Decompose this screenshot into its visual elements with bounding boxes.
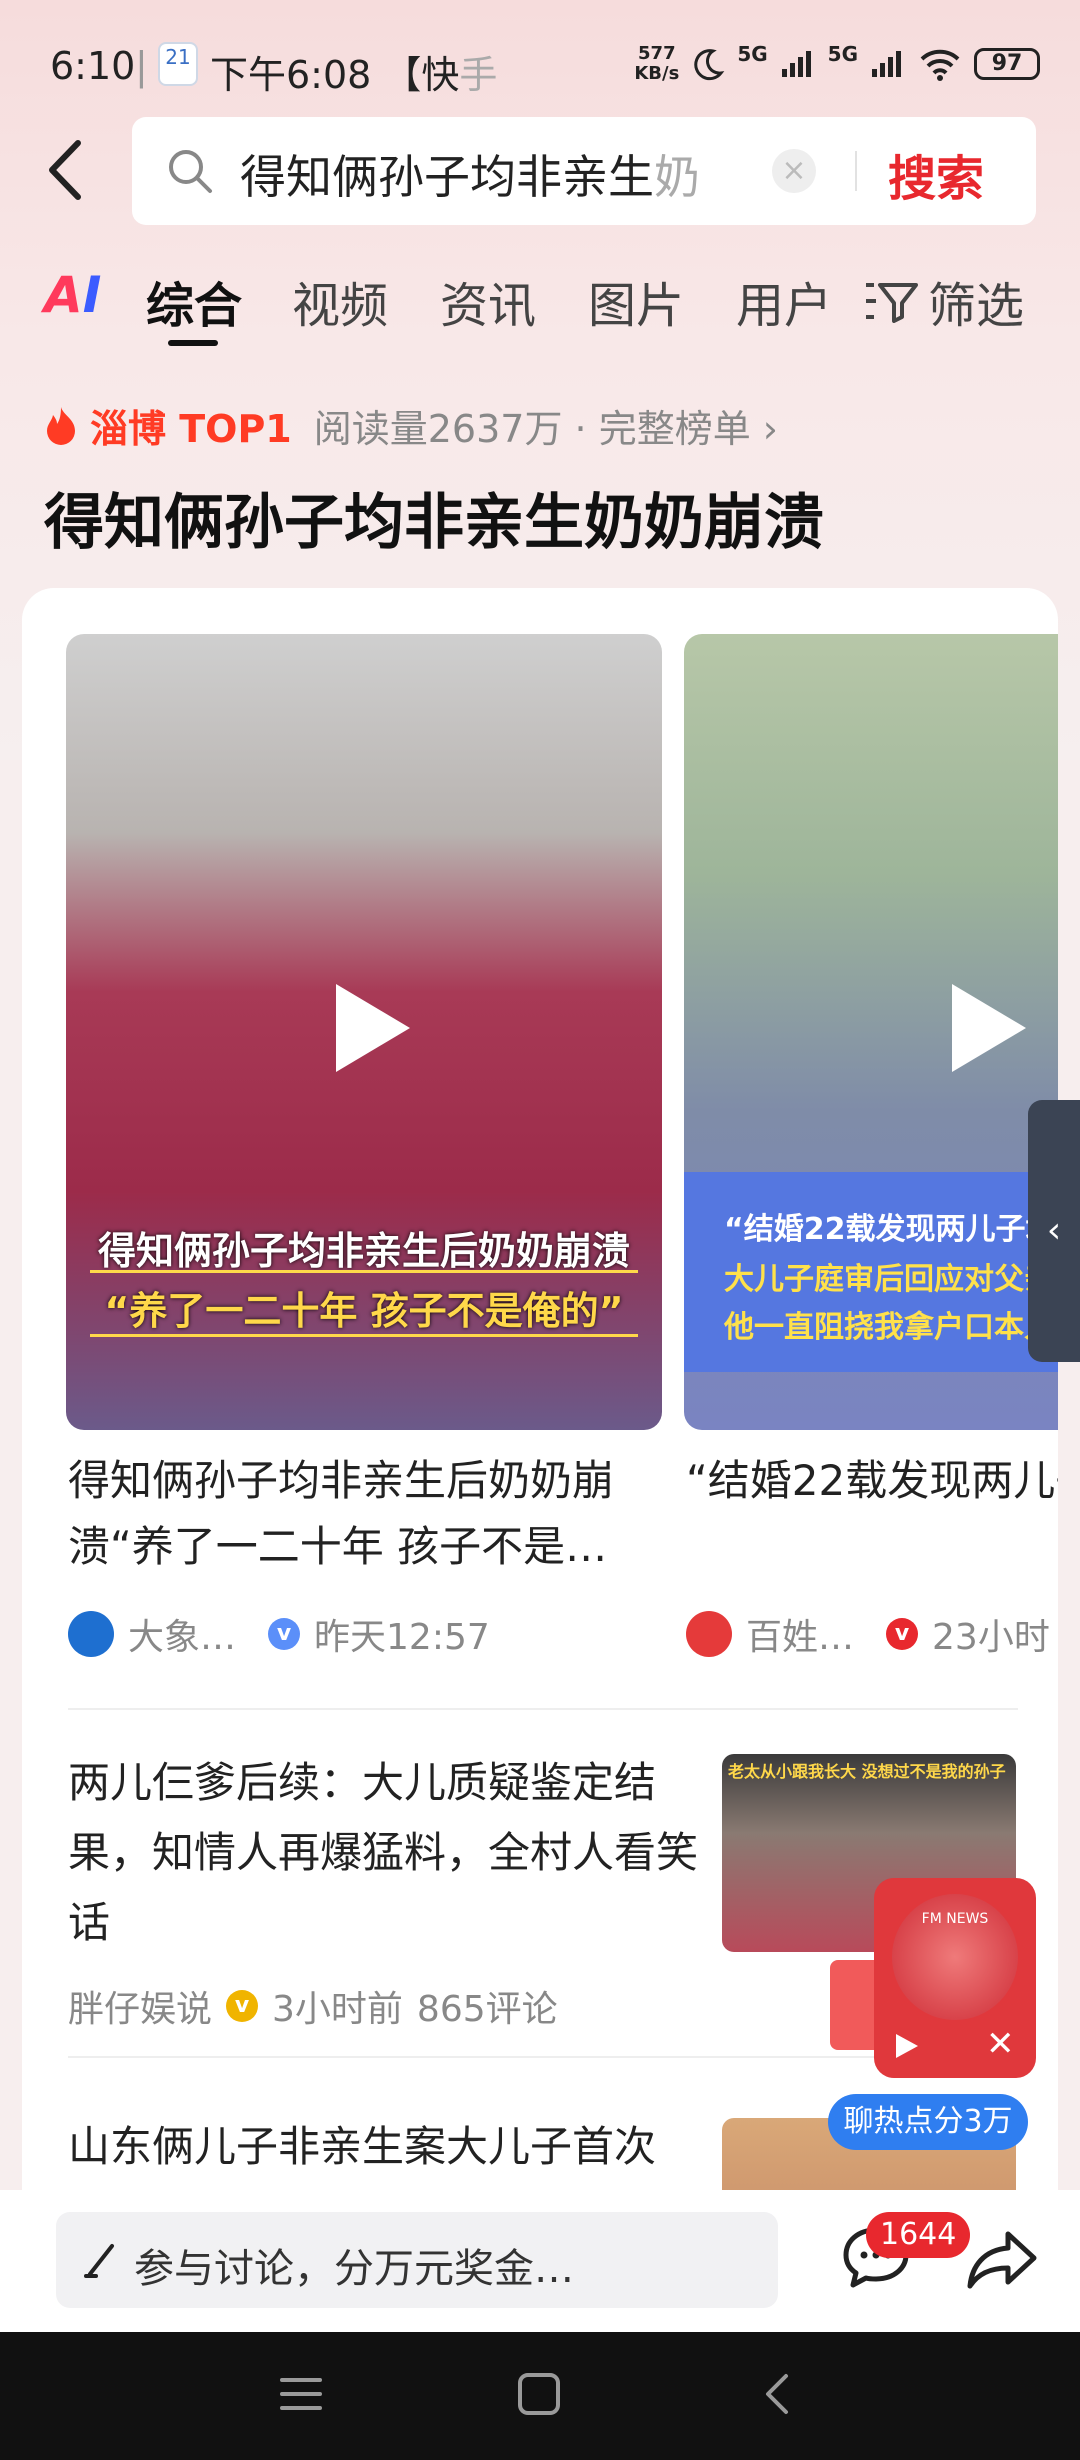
signal-bars-icon (781, 51, 811, 77)
net-speed: 577 KB/s (634, 44, 679, 84)
status-bar: 6:10 | 21 下午6:08 【快手 577 KB/s 5G 5G 97 (0, 0, 1080, 120)
ai-label-a: A (44, 266, 83, 324)
category-tabs: AI 综合 视频 资讯 图片 用户 筛选 (0, 262, 1080, 342)
status-notice-fade: 手 (459, 53, 498, 97)
home-icon[interactable] (516, 2372, 562, 2416)
source-logo (68, 1611, 114, 1657)
search-divider (855, 151, 857, 191)
video-title[interactable]: “结婚22载发现两儿子均非亲生”今日开庭，大儿 (686, 1448, 1058, 1514)
calendar-icon: 21 (158, 42, 198, 86)
video-source[interactable]: 百姓… v 23小时 (686, 1608, 1050, 1660)
article-time: 3小时前 (272, 1989, 403, 2030)
comment-count-badge: 1644 (866, 2212, 971, 2258)
video-caption-line2: 大儿子庭审后回应对父亲 (724, 1262, 1054, 1297)
fm-close-icon[interactable]: ✕ (986, 2024, 1015, 2064)
status-notice: 下午6:08 【快手 (210, 44, 497, 99)
discussion-placeholder: 参与讨论，分万元奖金… (134, 2246, 574, 2292)
moon-icon (694, 49, 725, 81)
ai-label-i: I (82, 266, 102, 324)
search-button[interactable]: 搜索 (888, 139, 984, 209)
play-icon[interactable] (336, 984, 410, 1072)
back-arrow-icon[interactable] (38, 135, 98, 205)
fm-news-widget[interactable]: FM NEWS ✕ (874, 1878, 1036, 2078)
read-count-meta[interactable]: 阅读量2637万 · 完整榜单 › (314, 398, 778, 453)
wifi-icon (920, 49, 960, 81)
caption-rule (90, 1270, 638, 1273)
fm-news-label: FM NEWS (921, 1911, 989, 1927)
status-separator: | (135, 44, 148, 88)
status-notice-text: 下午6:08 【快 (210, 53, 460, 97)
discussion-input[interactable]: 参与讨论，分万元奖金… (56, 2212, 778, 2308)
video-title[interactable]: 得知俩孙子均非亲生后奶奶崩溃“养了一二十年 孩子不是… (68, 1448, 658, 1580)
play-icon[interactable] (952, 984, 1026, 1072)
menu-icon[interactable] (278, 2372, 324, 2416)
tab-comprehensive[interactable]: 综合 (146, 266, 242, 336)
source-logo (686, 1611, 732, 1657)
signal-5g-1: 5G (737, 42, 768, 66)
ai-tab[interactable]: AI (44, 266, 101, 324)
filter-button[interactable]: 筛选 (864, 266, 1024, 336)
flame-icon (47, 406, 75, 445)
source-name: 大象… (128, 1617, 237, 1658)
pen-icon (84, 2244, 114, 2278)
tab-news[interactable]: 资讯 (440, 266, 536, 336)
bottom-comment-bar: 参与讨论，分万元奖金… 1644 (0, 2190, 1080, 2332)
fm-play-icon[interactable] (896, 2034, 918, 2058)
status-right: 577 KB/s 5G 5G 97 (634, 42, 1040, 84)
filter-icon (866, 283, 918, 323)
filter-label: 筛选 (928, 278, 1025, 334)
fm-news-disc: FM NEWS (892, 1894, 1018, 2020)
back-icon[interactable] (756, 2372, 802, 2416)
article-title[interactable]: 山东俩儿子非亲生案大儿子首次 (68, 2112, 708, 2182)
thumb-caption: 老太从小跟我长大 没想过不是我的孙子 (728, 1762, 1006, 1781)
video-caption-line1: “结婚22载发现两儿子均 (724, 1212, 1056, 1247)
video-caption-line2: “养了一二十年 孩子不是俺的” (104, 1289, 624, 1333)
net-speed-unit: KB/s (634, 63, 680, 84)
source-name: 百姓… (746, 1617, 855, 1658)
search-query-fade: 奶 (654, 150, 700, 204)
article-comments: 865评论 (416, 1989, 558, 2030)
publish-time: 昨天12:57 (314, 1617, 490, 1658)
signal-bars-icon-2 (872, 51, 901, 77)
video-caption-line1: 得知俩孙子均非亲生后奶奶崩溃 (97, 1229, 630, 1273)
article-author[interactable]: 胖仔娱说 (68, 1980, 212, 2032)
video-source[interactable]: 大象… v 昨天12:57 (68, 1608, 490, 1660)
tab-video[interactable]: 视频 (292, 266, 388, 336)
verified-icon: v (886, 1618, 919, 1650)
divider (68, 1708, 1018, 1710)
article-title[interactable]: 两儿仨爹后续：大儿质疑鉴定结果，知情人再爆猛料，全村人看笑话 (68, 1748, 708, 1958)
search-icon (169, 150, 212, 193)
video-caption-line3: 他一直阻挠我拿户口本入党 否 (724, 1310, 1058, 1345)
side-collapse-tab[interactable]: ‹ (1028, 1100, 1080, 1362)
active-tab-indicator (168, 340, 218, 346)
ranking-line[interactable]: 淄博 TOP1 阅读量2637万 · 完整榜单 › (44, 398, 778, 453)
verified-icon: v (226, 1990, 259, 2022)
search-query: 得知俩孙子均非亲生 (240, 150, 654, 204)
share-icon[interactable] (962, 2220, 1042, 2300)
search-bar[interactable]: 得知俩孙子均非亲生奶 × 搜索 (132, 117, 1036, 225)
tab-images[interactable]: 图片 (588, 266, 684, 336)
video-thumbnail[interactable]: 得知俩孙子均非亲生后奶奶崩溃 “养了一二十年 孩子不是俺的” (66, 634, 662, 1430)
video-thumbnail[interactable]: “结婚22载发现两儿子均 大儿子庭审后回应对父亲 他一直阻挠我拿户口本入党 否 (684, 634, 1058, 1430)
publish-time: 23小时 (932, 1617, 1050, 1658)
article-meta: 胖仔娱说 v 3小时前 865评论 (68, 1980, 558, 2032)
top-rank-badge: 淄博 TOP1 (90, 407, 292, 451)
system-nav-bar (0, 2332, 1080, 2460)
signal-5g-2: 5G (827, 42, 858, 66)
hot-topic-badge[interactable]: 聊热点分3万 (828, 2094, 1028, 2150)
tab-users[interactable]: 用户 (736, 266, 832, 336)
status-time: 6:10 (50, 44, 136, 88)
clear-icon[interactable]: × (772, 149, 816, 193)
net-speed-value: 577 (638, 43, 676, 64)
battery-indicator: 97 (974, 48, 1040, 80)
topic-headline: 得知俩孙子均非亲生奶奶崩溃 (44, 488, 824, 558)
verified-icon: v (268, 1618, 301, 1650)
caption-rule (90, 1334, 638, 1337)
